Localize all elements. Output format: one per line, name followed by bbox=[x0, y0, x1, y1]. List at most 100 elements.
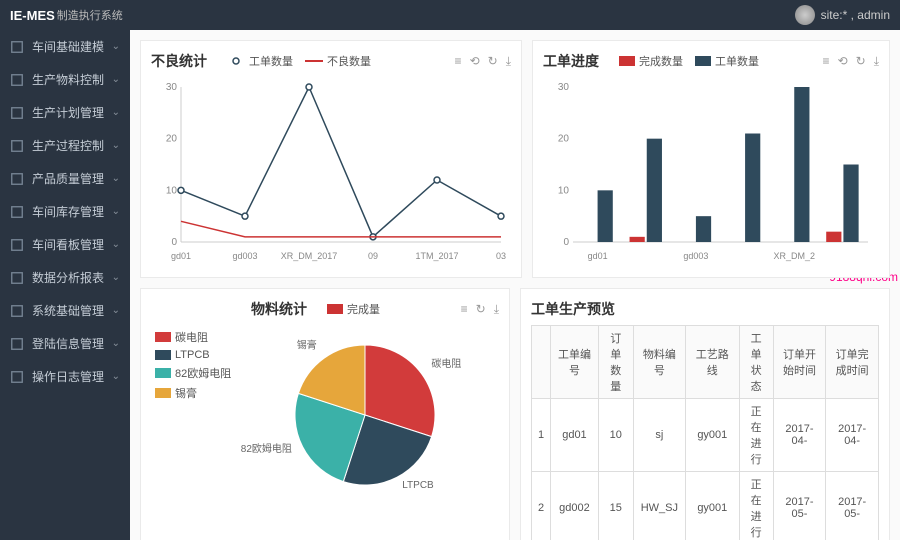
chart-progress: 0102030gd01gd003XR_DM_2 bbox=[543, 77, 873, 267]
brand: IE-MES bbox=[10, 8, 55, 23]
menu-icon bbox=[10, 337, 24, 351]
svg-text:碳电阻: 碳电阻 bbox=[432, 357, 462, 370]
sidebar-item[interactable]: 数据分析报表 ⌄ bbox=[0, 261, 130, 294]
sidebar-item-label: 车间看板管理 bbox=[32, 236, 104, 253]
svg-text:30: 30 bbox=[166, 82, 178, 93]
sidebar-item-label: 生产计划管理 bbox=[32, 104, 104, 121]
tool-icon[interactable]: ⤓ bbox=[506, 54, 511, 69]
table-row[interactable]: 2gd00215HW_SJgy001正在进行2017-05-2017-05- bbox=[532, 472, 879, 540]
sidebar: 车间基础建模⌄生产物料控制⌄生产计划管理⌄生产过程控制⌄产品质量管理⌄车间库存管… bbox=[0, 30, 130, 540]
sidebar-item[interactable]: 生产过程控制 ⌄ bbox=[0, 129, 130, 162]
table-row[interactable]: 1gd0110sjgy001正在进行2017-04-2017-04- bbox=[532, 399, 879, 472]
legend-item: 碳电阻 bbox=[155, 329, 231, 345]
panel-progress: 工单进度 完成数量工单数量 ≡⟲↻⤓ 0102030gd01gd003XR_DM… bbox=[532, 40, 890, 278]
chevron-down-icon: ⌄ bbox=[112, 338, 120, 349]
col-header[interactable]: 订单数量 bbox=[598, 326, 633, 399]
panel-defect: 不良统计 工单数量不良数量 ≡⟲↻⤓ 0102030gd01gd003XR_DM… bbox=[140, 40, 522, 278]
menu-icon bbox=[10, 139, 24, 153]
col-header[interactable]: 工单状态 bbox=[739, 326, 773, 399]
sidebar-item[interactable]: 登陆信息管理 ⌄ bbox=[0, 327, 130, 360]
svg-text:09: 09 bbox=[368, 251, 378, 261]
tool-icon[interactable]: ≡ bbox=[823, 54, 830, 69]
sidebar-item-label: 生产过程控制 bbox=[32, 137, 104, 154]
svg-text:03: 03 bbox=[496, 251, 506, 261]
chevron-down-icon: ⌄ bbox=[112, 272, 120, 283]
svg-text:gd003: gd003 bbox=[683, 251, 708, 261]
svg-text:20: 20 bbox=[166, 134, 178, 145]
panel-title: 工单进度 bbox=[543, 51, 599, 71]
app-header: IE-MES 制造执行系统 site:* , admin bbox=[0, 0, 900, 30]
tool-icon[interactable]: ↻ bbox=[488, 54, 498, 69]
chevron-down-icon: ⌄ bbox=[112, 173, 120, 184]
sidebar-item-label: 车间基础建模 bbox=[32, 38, 104, 55]
menu-icon bbox=[10, 73, 24, 87]
sidebar-item-label: 生产物料控制 bbox=[32, 71, 104, 88]
chevron-down-icon: ⌄ bbox=[112, 140, 120, 151]
sidebar-item[interactable]: 系统基础管理⌄ bbox=[0, 294, 130, 327]
col-header[interactable]: 工单编号 bbox=[551, 326, 599, 399]
sidebar-item-label: 车间库存管理 bbox=[32, 203, 104, 220]
menu-icon bbox=[10, 205, 24, 219]
legend-material: 完成量 bbox=[327, 301, 380, 317]
legend-item: 82欧姆电阻 bbox=[155, 365, 231, 381]
brand-subtitle: 制造执行系统 bbox=[57, 7, 123, 23]
menu-icon bbox=[10, 106, 24, 120]
sidebar-item-label: 系统基础管理 bbox=[32, 302, 104, 319]
svg-text:10: 10 bbox=[166, 185, 178, 196]
svg-text:XR_DM_2: XR_DM_2 bbox=[773, 251, 815, 261]
svg-text:gd003: gd003 bbox=[232, 251, 257, 261]
tool-icon[interactable]: ⟲ bbox=[838, 54, 848, 69]
col-header[interactable]: 订单开始时间 bbox=[773, 326, 826, 399]
svg-text:82欧姆电阻: 82欧姆电阻 bbox=[241, 442, 292, 455]
menu-icon bbox=[10, 271, 24, 285]
panel-title: 不良统计 bbox=[151, 51, 207, 71]
tool-icon[interactable]: ⤓ bbox=[494, 302, 499, 317]
sidebar-item-label: 操作日志管理 bbox=[32, 368, 104, 385]
sidebar-item[interactable]: 操作日志管理 ⌄ bbox=[0, 360, 130, 393]
svg-text:30: 30 bbox=[558, 82, 570, 93]
col-header[interactable] bbox=[532, 326, 551, 399]
svg-text:LTPCB: LTPCB bbox=[402, 480, 434, 491]
sidebar-item[interactable]: 车间看板管理⌄ bbox=[0, 228, 130, 261]
pie-legend: 碳电阻LTPCB82欧姆电阻锡膏 bbox=[151, 325, 235, 495]
sidebar-item[interactable]: 车间基础建模 ⌄ bbox=[0, 30, 130, 63]
legend-item: LTPCB bbox=[155, 349, 231, 361]
menu-icon bbox=[10, 40, 24, 54]
tool-icon[interactable]: ≡ bbox=[461, 302, 468, 317]
panel-preview: 工单生产预览 工单编号订单数量物料编号工艺路线工单状态订单开始时间订单完成时间1… bbox=[520, 288, 890, 540]
chevron-down-icon: ⌄ bbox=[112, 206, 120, 217]
chevron-down-icon: ⌄ bbox=[112, 41, 120, 52]
tool-icon[interactable]: ≡ bbox=[455, 54, 462, 69]
svg-text:0: 0 bbox=[563, 237, 569, 248]
preview-table: 工单编号订单数量物料编号工艺路线工单状态订单开始时间订单完成时间1gd0110s… bbox=[531, 325, 879, 540]
tool-icon[interactable]: ↻ bbox=[476, 302, 486, 317]
legend-item: 工单数量 bbox=[695, 53, 759, 69]
menu-icon bbox=[10, 238, 24, 252]
content-area: 9188qhl.com 不良统计 工单数量不良数量 ≡⟲↻⤓ 0102030gd… bbox=[130, 30, 900, 540]
menu-icon bbox=[10, 172, 24, 186]
menu-icon bbox=[10, 370, 24, 384]
col-header[interactable]: 订单完成时间 bbox=[826, 326, 879, 399]
sidebar-item[interactable]: 生产计划管理 ⌄ bbox=[0, 96, 130, 129]
svg-text:0: 0 bbox=[171, 237, 177, 248]
user-label[interactable]: site:* , admin bbox=[821, 8, 890, 22]
chevron-down-icon: ⌄ bbox=[112, 107, 120, 118]
sidebar-item[interactable]: 车间库存管理 ⌄ bbox=[0, 195, 130, 228]
chevron-down-icon: ⌄ bbox=[112, 371, 120, 382]
sidebar-item[interactable]: 生产物料控制 ⌄ bbox=[0, 63, 130, 96]
tool-icon[interactable]: ⟲ bbox=[470, 54, 480, 69]
sidebar-item[interactable]: 产品质量管理 ⌄ bbox=[0, 162, 130, 195]
legend-item: 不良数量 bbox=[305, 53, 371, 69]
chevron-down-icon: ⌄ bbox=[112, 74, 120, 85]
sidebar-item-label: 登陆信息管理 bbox=[32, 335, 104, 352]
avatar[interactable] bbox=[795, 5, 815, 25]
menu-icon bbox=[10, 304, 24, 318]
tool-icon[interactable]: ↻ bbox=[856, 54, 866, 69]
col-header[interactable]: 物料编号 bbox=[633, 326, 685, 399]
col-header[interactable]: 工艺路线 bbox=[686, 326, 740, 399]
svg-text:gd01: gd01 bbox=[171, 251, 191, 261]
tool-icon[interactable]: ⤓ bbox=[874, 54, 879, 69]
sidebar-item-label: 产品质量管理 bbox=[32, 170, 104, 187]
svg-text:10: 10 bbox=[558, 185, 570, 196]
sidebar-item-label: 数据分析报表 bbox=[32, 269, 104, 286]
